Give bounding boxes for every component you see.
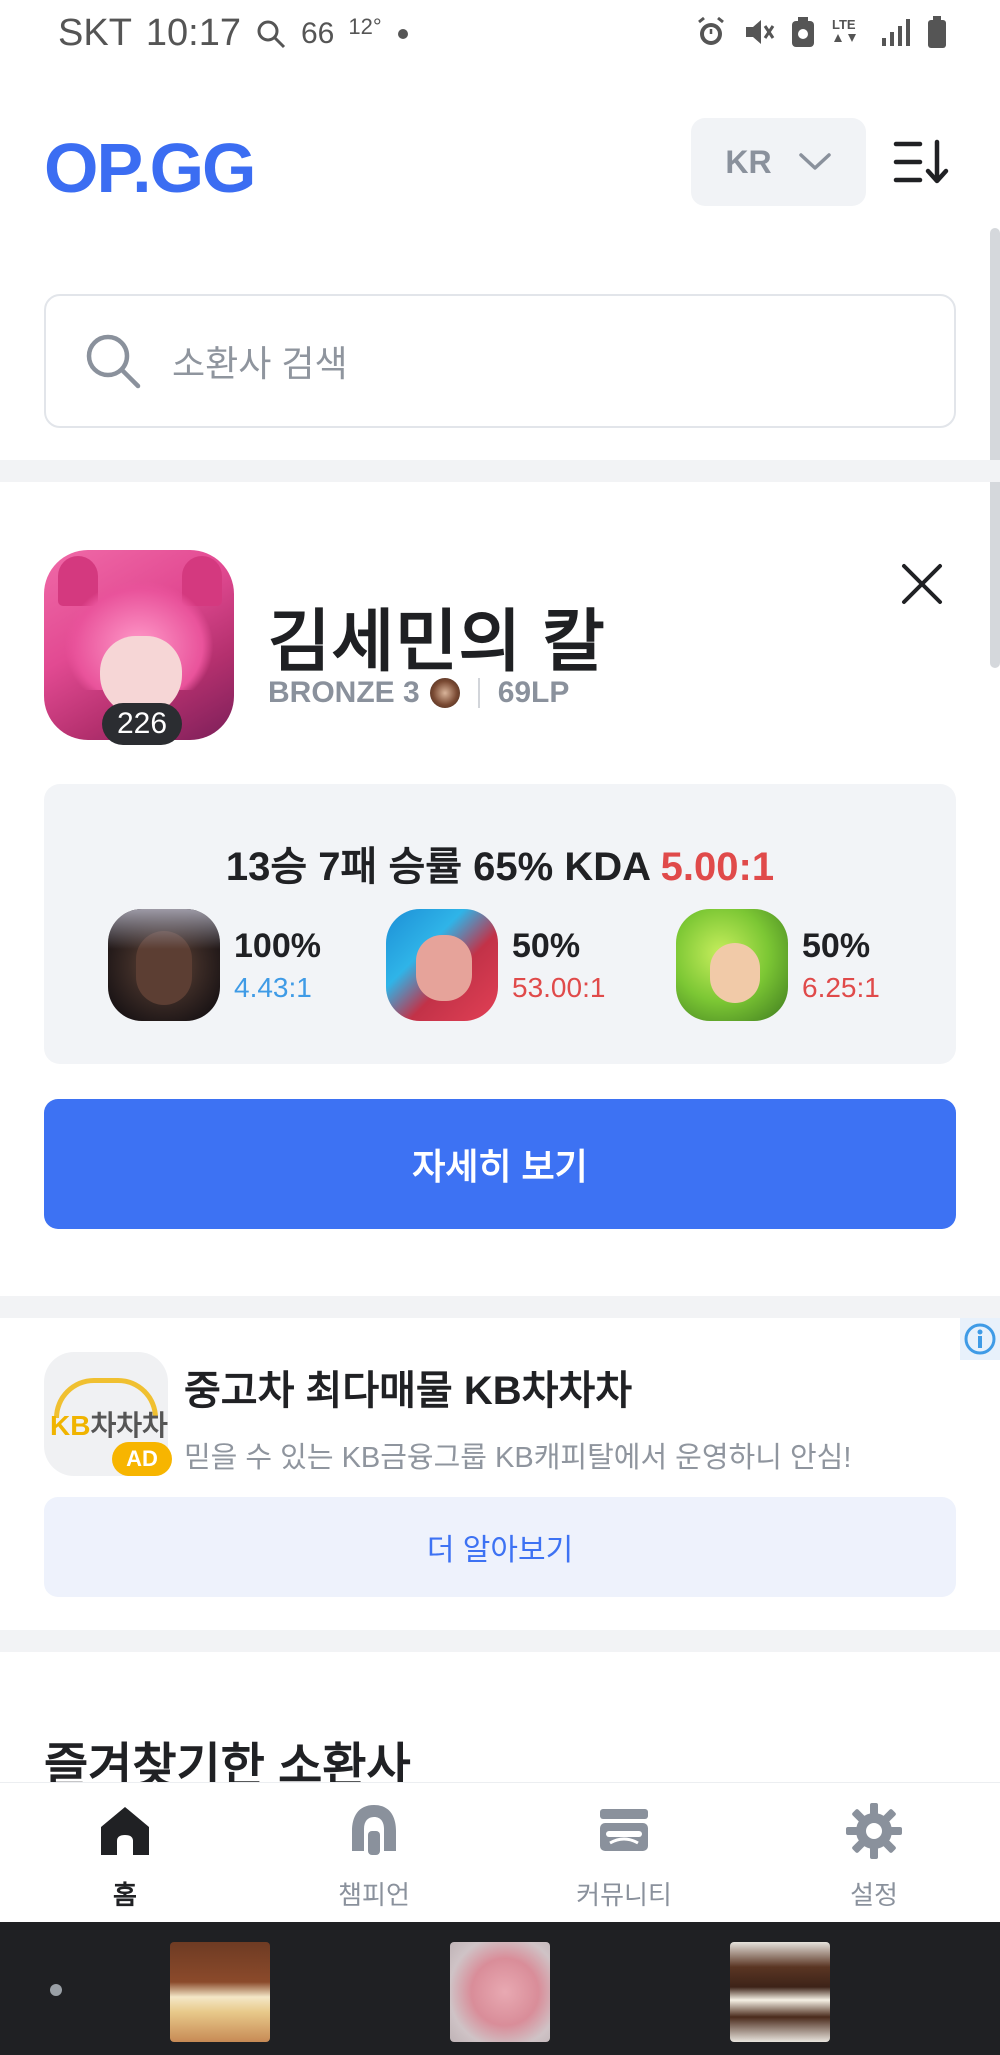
champion-kda: 4.43:1 [234,971,312,1003]
settings-icon [846,1803,902,1859]
champion-stat[interactable]: 50% 6.25:1 [676,909,880,1021]
community-icon [600,1809,648,1851]
signal-icon [880,16,912,48]
logo-text: KB차차차 [50,1404,168,1444]
search-placeholder: 소환사 검색 [172,343,348,384]
system-bar [0,1922,1000,2055]
nav-label: 설정 [850,1880,898,1910]
level-badge: 226 [102,703,182,745]
view-details-button[interactable]: 자세히 보기 [44,1099,956,1229]
status-bar: SKT 10:17 66 12° LTE [0,0,1000,68]
ad-title[interactable]: 중고차 최다매물 KB차차차 [184,1358,632,1416]
search-status-icon [255,18,287,50]
status-right: LTE [694,14,948,50]
rank-tier: BRONZE 3 [268,676,420,709]
champion-win-rate: 50% [512,926,581,965]
banner-thumbnail[interactable] [450,1942,550,2042]
nav-label: 커뮤니티 [576,1880,672,1910]
banner-thumbnail[interactable] [170,1942,270,2042]
sort-menu-icon[interactable] [892,136,952,188]
nav-label: 챔피언 [338,1880,410,1910]
section-divider [0,1296,1000,1318]
champion-stat-values: 50% 6.25:1 [802,927,880,1004]
clock: 10:17 [145,12,241,54]
ad-badge: AD [112,1442,172,1476]
nav-home[interactable]: 홈 [45,1801,205,1912]
carrier: SKT [58,12,132,54]
summoner-search-input[interactable]: 소환사 검색 [44,294,956,428]
nav-settings[interactable]: 설정 [794,1801,954,1912]
champion-portrait [676,909,788,1021]
section-divider [0,460,1000,482]
svg-text:LTE: LTE [832,17,856,32]
champion-kda: 6.25:1 [802,971,880,1003]
battery-icon [926,15,948,49]
chevron-down-icon [798,153,831,170]
battery-saver-icon [790,15,816,49]
summoner-name: 김세민의 칼 [268,604,606,680]
rank-emblem-icon [429,678,460,708]
logo-rest: 차차차 [90,1410,168,1441]
rank-line: BRONZE 3 69LP [268,676,569,710]
scrollbar[interactable] [990,228,1000,668]
champion-stat-values: 50% 53.00:1 [512,927,605,1004]
champion-win-rate: 100% [234,926,321,965]
nav-community[interactable]: 커뮤니티 [544,1801,704,1912]
champion-portrait [108,909,220,1021]
nav-champion[interactable]: 챔피언 [294,1801,454,1912]
champion-icon [352,1805,396,1855]
champion-stat-values: 100% 4.43:1 [234,927,321,1004]
alarm-icon [694,15,728,49]
ad-info-icon[interactable] [960,1318,1000,1360]
stats-summary: 13승 7패 승률 65% KDA 5.00:1 [44,834,956,892]
mute-icon [742,15,776,49]
champion-portrait [386,909,498,1021]
search-icon [86,334,141,389]
nav-label: 홈 [113,1880,137,1910]
total-kda: 5.00:1 [660,845,775,889]
status-left: SKT 10:17 66 12° [58,12,410,55]
home-icon [101,1807,149,1855]
lte-icon: LTE [830,14,866,50]
champion-win-rate: 50% [802,926,871,965]
section-divider [0,1630,1000,1652]
banner-thumbnail[interactable] [730,1942,830,2042]
rank-separator [477,678,480,708]
champion-stat[interactable]: 50% 53.00:1 [386,909,605,1021]
ad-learn-more-button[interactable]: 더 알아보기 [44,1497,956,1597]
opgg-logo[interactable]: OP.GG [44,128,256,208]
close-icon[interactable] [896,558,948,610]
temperature: 12° [348,13,382,39]
win-loss-record: 13승 7패 승률 65% KDA [225,845,661,889]
bottom-nav: 홈 챔피언 커뮤니티 설정 [0,1782,1000,1922]
notification-count: 66 [301,16,335,50]
champion-kda: 53.00:1 [512,971,606,1003]
dot-icon [396,27,410,41]
app-header: OP.GG KR [0,100,1000,220]
region-select[interactable]: KR [691,118,866,206]
system-dot-icon [50,1984,62,1996]
ad-description: 믿을 수 있는 KB금융그룹 KB캐피탈에서 운영하니 안심! [184,1442,852,1474]
region-label: KR [725,143,772,180]
league-points: 69LP [497,676,570,709]
logo-kb: KB [50,1410,91,1441]
recent-stats-card: 13승 7패 승률 65% KDA 5.00:1 100% 4.43:1 50%… [44,784,956,1064]
champion-stat[interactable]: 100% 4.43:1 [108,909,321,1021]
